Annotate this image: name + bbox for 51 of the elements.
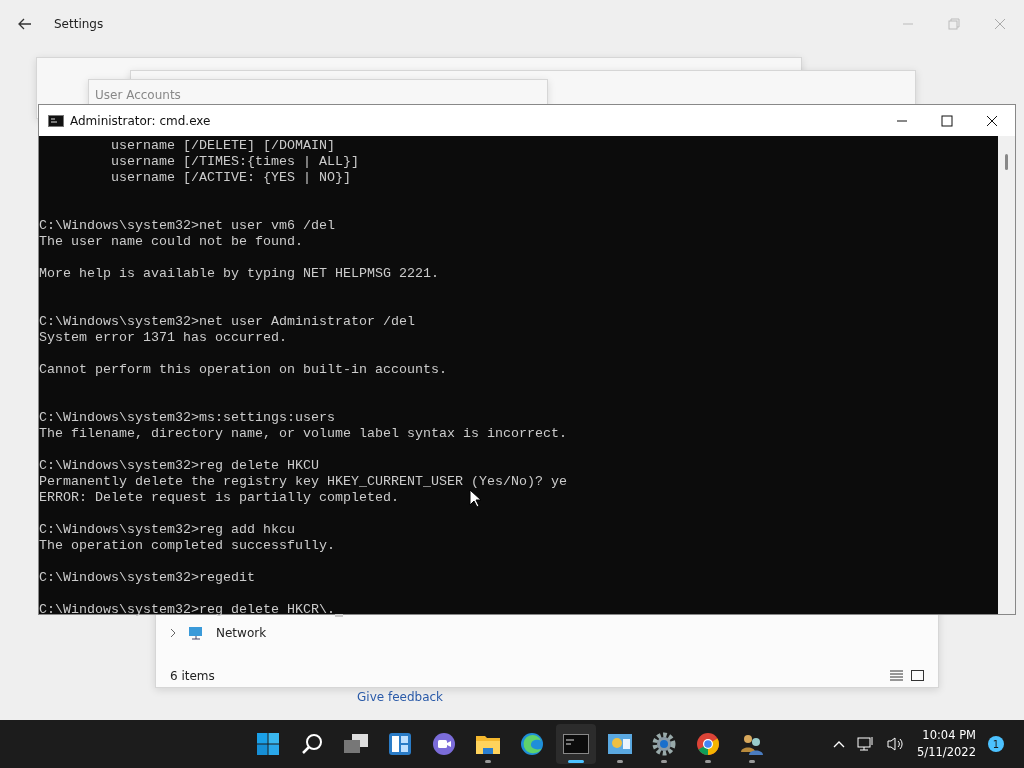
volume-icon[interactable] bbox=[887, 736, 906, 752]
users-icon[interactable] bbox=[740, 732, 764, 756]
window-title: User Accounts bbox=[95, 88, 181, 102]
console-line: C:\Windows\system32>ms:settings:users bbox=[39, 410, 335, 426]
console-line: C:\Windows\system32>reg add hkcu bbox=[39, 522, 295, 538]
console-icon bbox=[48, 114, 64, 127]
network-icon[interactable] bbox=[857, 736, 876, 752]
console-line: The filename, directory name, or volume label syntax is incorrect. bbox=[39, 426, 567, 442]
close-icon[interactable] bbox=[986, 114, 998, 127]
maximize-icon[interactable] bbox=[941, 114, 953, 127]
item-count: 6 items bbox=[170, 669, 215, 683]
details-view-icon[interactable] bbox=[890, 670, 903, 682]
console-line: The user name could not be found. bbox=[39, 234, 303, 250]
feedback-link[interactable]: Give feedback bbox=[357, 690, 444, 704]
chevron-up-icon[interactable] bbox=[833, 740, 846, 748]
chevron-icon bbox=[170, 628, 176, 638]
console-line: C:\Windows\system32>reg delete HKCR\. bbox=[39, 602, 335, 618]
console-line: Permanently delete the registry key HKEY_CURRENT_USER (Yes/No)? ye bbox=[39, 474, 567, 490]
settings-icon[interactable] bbox=[652, 732, 676, 756]
console-line: ERROR: Delete request is partially completed. bbox=[39, 490, 399, 506]
console-line: C:\Windows\system32>net user vm6 /del bbox=[39, 218, 335, 234]
task-view-icon[interactable] bbox=[343, 733, 369, 755]
terminal-icon[interactable] bbox=[563, 734, 589, 754]
console-line: Cannot perform this operation on built-in accounts. bbox=[39, 362, 447, 378]
console-line: The operation completed successfully. bbox=[39, 538, 335, 554]
clock[interactable]: 10:04 PM 5/11/2022 bbox=[917, 727, 976, 761]
console-line: username [/DELETE] [/DOMAIN] bbox=[109, 138, 335, 154]
console-line: C:\Windows\system32>regedit bbox=[39, 570, 255, 586]
mouse-pointer-icon bbox=[469, 489, 481, 508]
scrollbar[interactable] bbox=[998, 136, 1015, 614]
video-chat-icon[interactable] bbox=[432, 732, 456, 756]
start-icon[interactable] bbox=[256, 732, 280, 756]
notification-badge[interactable]: 1 bbox=[988, 736, 1004, 752]
console-line: username [/TIMES:{times | ALL}] bbox=[109, 154, 359, 170]
console-line: System error 1371 has occurred. bbox=[39, 330, 287, 346]
tree-item[interactable]: Network bbox=[170, 625, 267, 641]
window-title: Administrator: cmd.exe bbox=[70, 113, 211, 128]
back-icon[interactable] bbox=[18, 18, 32, 30]
search-icon[interactable] bbox=[301, 733, 323, 755]
control-panel-icon[interactable] bbox=[607, 733, 633, 755]
console-line: C:\Windows\system32>net user Administrator /del bbox=[39, 314, 415, 330]
chrome-icon[interactable] bbox=[696, 732, 720, 756]
console-line: username [/ACTIVE: {YES | NO}] bbox=[109, 170, 351, 186]
tiles-view-icon[interactable] bbox=[911, 670, 924, 682]
browser-icon[interactable] bbox=[520, 732, 544, 756]
console-line: C:\Windows\system32>reg delete HKCU bbox=[39, 458, 319, 474]
network-icon bbox=[188, 625, 204, 641]
window-title: Settings bbox=[54, 17, 104, 31]
console-line: More help is available by typing NET HELPMSG 2221. bbox=[39, 266, 439, 282]
folder-icon[interactable] bbox=[475, 733, 501, 755]
widgets-icon[interactable] bbox=[388, 732, 412, 756]
